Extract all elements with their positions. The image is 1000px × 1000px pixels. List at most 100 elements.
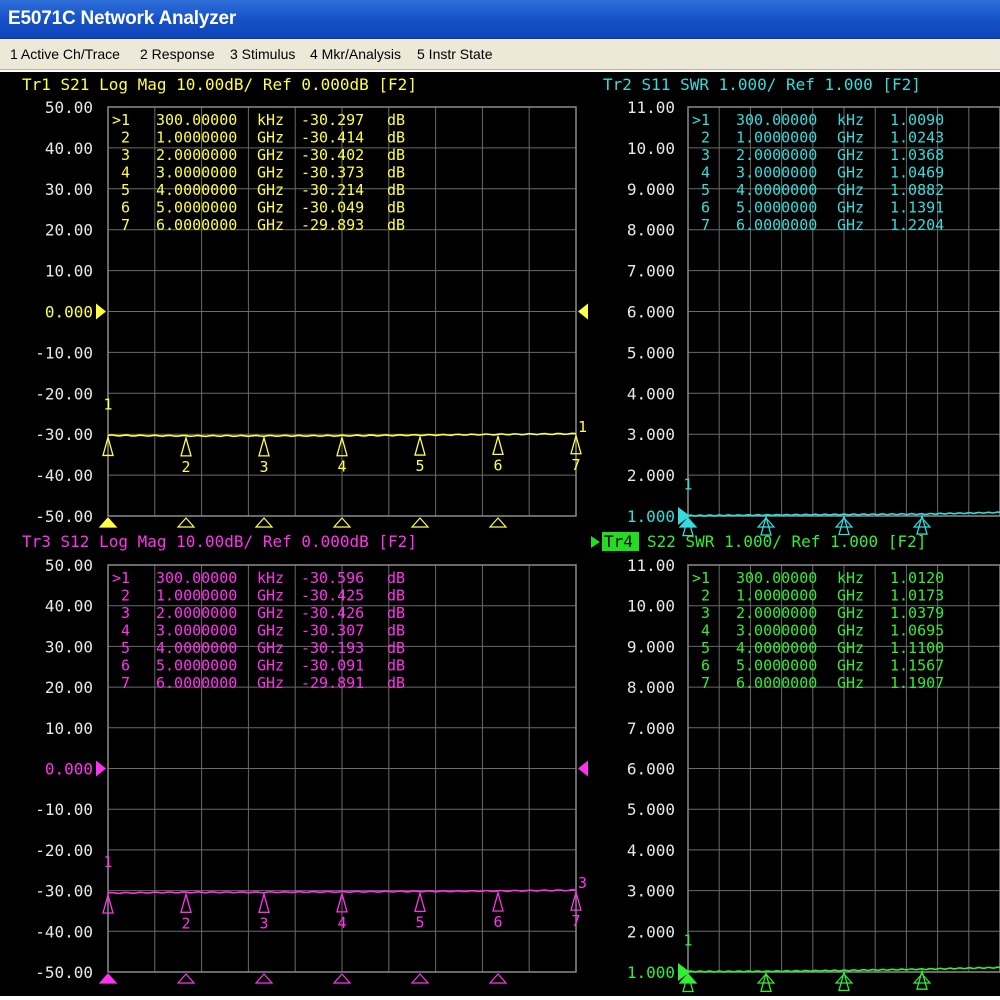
y-tick-label: 2.000	[627, 922, 675, 941]
marker-table-row: 4 3.0000000 GHz -30.373 dB	[121, 164, 405, 182]
marker-frequency-unit: GHz	[837, 587, 864, 605]
marker-id: 3	[121, 146, 130, 164]
menu-item-mkr-analysis[interactable]: 4 Mkr/Analysis	[310, 46, 401, 62]
y-tick-label: 10.00	[45, 262, 93, 281]
y-tick-label: 4.000	[627, 384, 675, 403]
y-tick-label: 8.000	[627, 678, 675, 697]
marker-value: -30.426	[301, 604, 364, 622]
active-trace-tag: Tr4	[604, 532, 633, 551]
marker-triangle-icon	[492, 890, 504, 912]
marker-id: 4	[121, 164, 130, 182]
y-tick-label: 20.00	[45, 678, 93, 697]
marker-frequency: 6.0000000	[736, 216, 817, 234]
marker-value: 1.1567	[890, 657, 944, 675]
analyzer-display[interactable]: Tr1 S21 Log Mag 10.00dB/ Ref 0.000dB [F2…	[0, 72, 1000, 1000]
marker-table-row: >1 300.00000 kHz 1.0120	[692, 569, 944, 587]
marker-value: -30.193	[301, 639, 364, 657]
panel-tr3: Tr3 S12 Log Mag 10.00dB/ Ref 0.000dB [F2…	[22, 532, 588, 984]
stimulus-marker-icon	[332, 517, 352, 528]
marker-id: 3	[701, 146, 710, 164]
marker-value-unit: dB	[387, 604, 405, 622]
marker-table-row: 2 1.0000000 GHz 1.0243	[701, 129, 944, 147]
marker-label: 2	[181, 914, 190, 932]
marker-value: -30.425	[301, 587, 364, 605]
stimulus-marker-icon	[488, 973, 508, 984]
marker-frequency-unit: GHz	[257, 657, 284, 675]
marker-table-row: 3 2.0000000 GHz 1.0379	[701, 604, 944, 622]
marker-table-row: 5 4.0000000 GHz 1.1100	[701, 639, 944, 657]
y-tick-label: 10.00	[627, 139, 675, 158]
marker-triangle-icon	[414, 434, 426, 456]
marker-label: 2	[181, 458, 190, 476]
marker-frequency: 5.0000000	[156, 657, 237, 675]
trace-header: Tr3 S12 Log Mag 10.00dB/ Ref 0.000dB [F2…	[22, 532, 417, 551]
marker-table-row: 5 4.0000000 GHz -30.193 dB	[121, 639, 405, 657]
marker-value-unit: dB	[387, 622, 405, 640]
marker-frequency-unit: GHz	[257, 587, 284, 605]
marker-value-unit: dB	[387, 569, 405, 587]
marker-frequency: 5.0000000	[736, 657, 817, 675]
marker-frequency-unit: GHz	[837, 622, 864, 640]
y-tick-label: 5.000	[627, 343, 675, 362]
marker-id: 5	[121, 181, 130, 199]
marker-frequency: 3.0000000	[736, 164, 817, 182]
marker-value: 1.0090	[890, 111, 944, 129]
marker-triangle-icon	[760, 970, 772, 992]
marker-frequency: 5.0000000	[736, 199, 817, 217]
menu-item-response[interactable]: 2 Response	[140, 46, 215, 62]
marker-triangle-icon	[258, 891, 270, 913]
reference-arrow-left-icon	[96, 303, 106, 320]
marker-frequency-unit: GHz	[257, 622, 284, 640]
menu-item-instr-state[interactable]: 5 Instr State	[417, 46, 492, 62]
marker-table-row: 6 5.0000000 GHz 1.1391	[701, 199, 944, 217]
marker-frequency: 2.0000000	[156, 146, 237, 164]
stimulus-marker-icon	[176, 973, 196, 984]
marker-value: 1.0243	[890, 129, 944, 147]
marker-label: 4	[337, 914, 346, 932]
marker-value-unit: dB	[387, 181, 405, 199]
marker-id: 5	[701, 181, 710, 199]
marker-table-row: 4 3.0000000 GHz 1.0469	[701, 164, 944, 182]
reference-level-label: 0.000	[45, 303, 93, 322]
marker-table-row: 4 3.0000000 GHz -30.307 dB	[121, 622, 405, 640]
marker-frequency: 4.0000000	[736, 639, 817, 657]
stimulus-marker-icon	[410, 517, 430, 528]
y-tick-label: -30.00	[35, 882, 93, 901]
marker-frequency-unit: GHz	[837, 164, 864, 182]
y-tick-label: 40.00	[45, 597, 93, 616]
marker-table-row: 7 6.0000000 GHz -29.891 dB	[121, 674, 405, 692]
stimulus-marker-icon	[912, 517, 932, 528]
menu-item-active-ch-trace[interactable]: 1 Active Ch/Trace	[10, 46, 120, 62]
marker-frequency-unit: GHz	[837, 146, 864, 164]
marker-id: >1	[692, 111, 710, 129]
marker-label: 6	[493, 913, 502, 931]
marker-value: 1.1907	[890, 674, 944, 692]
marker-frequency-unit: GHz	[837, 639, 864, 657]
y-tick-label: 3.000	[627, 882, 675, 901]
y-tick-label: 20.00	[45, 221, 93, 240]
marker-frequency: 6.0000000	[736, 674, 817, 692]
marker-table-row: 6 5.0000000 GHz -30.049 dB	[121, 199, 405, 217]
menu-item-stimulus[interactable]: 3 Stimulus	[230, 46, 295, 62]
marker-frequency-unit: GHz	[257, 129, 284, 147]
marker-value: 1.0120	[890, 569, 944, 587]
marker-frequency: 4.0000000	[156, 639, 237, 657]
menu-bar: 1 Active Ch/Trace 2 Response 3 Stimulus …	[0, 39, 1000, 70]
marker-value: 1.0469	[890, 164, 944, 182]
marker-table-row: 2 1.0000000 GHz -30.425 dB	[121, 587, 405, 605]
marker-frequency-unit: GHz	[837, 181, 864, 199]
marker-frequency: 2.0000000	[156, 604, 237, 622]
stimulus-marker-icon	[332, 973, 352, 984]
marker-id: 3	[701, 604, 710, 622]
y-tick-label: 9.000	[627, 180, 675, 199]
marker-id: 2	[701, 587, 710, 605]
stimulus-marker-icon	[834, 973, 854, 984]
marker-frequency: 4.0000000	[156, 181, 237, 199]
marker-id: 6	[121, 199, 130, 217]
marker-label: 7	[571, 912, 580, 930]
marker-value-unit: dB	[387, 674, 405, 692]
trace-header: S22 SWR 1.000/ Ref 1.000 [F2]	[647, 532, 926, 551]
trace-header: Tr1 S21 Log Mag 10.00dB/ Ref 0.000dB [F2…	[22, 75, 417, 94]
marker-table-row: 6 5.0000000 GHz 1.1567	[701, 657, 944, 675]
marker-table-row: 2 1.0000000 GHz 1.0173	[701, 587, 944, 605]
